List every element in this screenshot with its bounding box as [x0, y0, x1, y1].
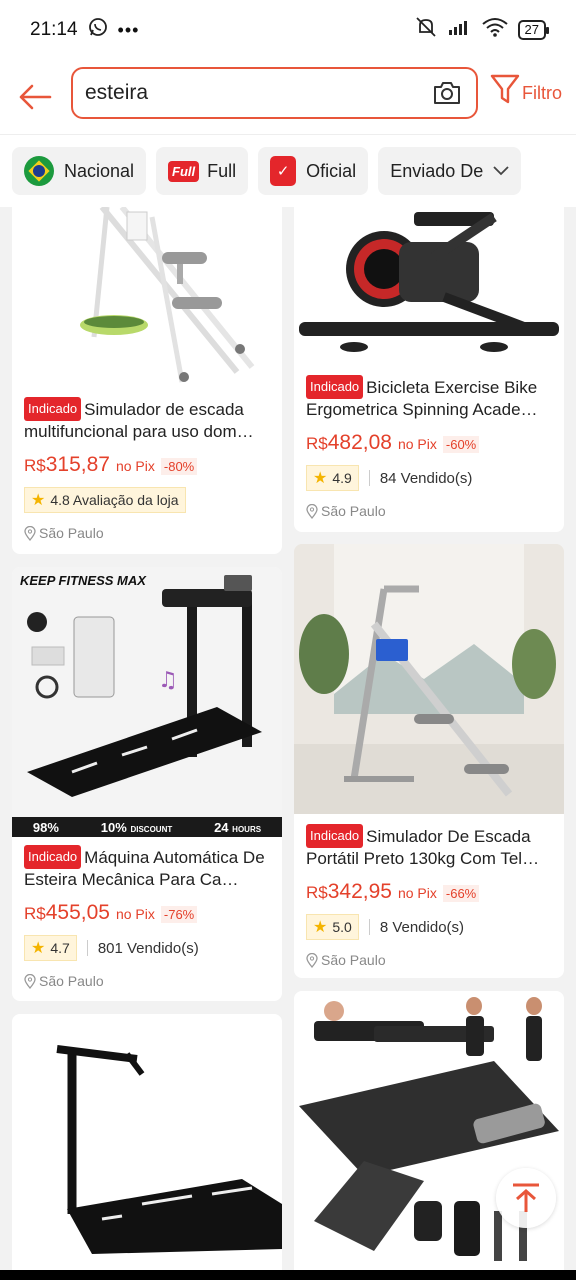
indicado-tag: Indicado	[306, 824, 364, 848]
indicado-tag: Indicado	[24, 845, 82, 869]
product-price: R$455,05	[24, 901, 110, 924]
chip-nacional[interactable]: Nacional	[12, 147, 147, 195]
rating-line: ★ 4.7 801 Vendido(s)	[24, 935, 272, 961]
camera-icon	[434, 82, 460, 104]
battery-indicator: 27	[517, 20, 550, 40]
price-line: R$342,95 no Pix -66%	[306, 880, 554, 904]
arrow-up-icon	[513, 1183, 539, 1212]
chip-full[interactable]: Full Full	[156, 147, 249, 195]
whatsapp-icon	[88, 17, 108, 43]
svg-text:♫: ♫	[158, 668, 178, 693]
rating-line: ★ 4.9 84 Vendido(s)	[306, 465, 554, 491]
wifi-icon	[481, 17, 508, 43]
product-card[interactable]: Indicado Bicicleta Exercise Bike Ergometr…	[294, 207, 564, 532]
product-card[interactable]	[294, 991, 564, 1270]
filter-funnel-icon	[490, 74, 520, 104]
discount-badge: -66%	[442, 885, 480, 902]
location-pin-icon	[24, 525, 36, 541]
filter-button[interactable]: Filtro	[490, 72, 562, 106]
camera-search-button[interactable]	[430, 76, 464, 110]
sold-count: 84 Vendido(s)	[379, 469, 473, 487]
search-header: esteira Filtro	[0, 60, 576, 135]
rating-badge: ★ 5.0	[306, 914, 359, 940]
location-pin-icon	[24, 973, 36, 989]
banner-brand: KEEP FITNESS MAX	[20, 573, 147, 588]
location-line: São Paulo	[306, 503, 554, 519]
star-icon: ★	[313, 919, 328, 936]
pix-label: no Pix	[115, 906, 155, 922]
product-feed: Indicado Simulador de escada multifuncion…	[0, 207, 576, 1270]
chip-label: Oficial	[306, 160, 357, 181]
filter-chips-bar: Nacional Full Full ✓ Oficial Enviado De	[0, 135, 576, 207]
indicado-tag: Indicado	[306, 375, 364, 399]
filter-label: Filtro	[522, 83, 562, 103]
pix-label: no Pix	[397, 436, 437, 452]
chip-oficial[interactable]: ✓ Oficial	[258, 147, 369, 195]
product-image	[294, 544, 564, 814]
product-title: Indicado Simulador de escada multifuncion…	[24, 397, 272, 443]
brazil-flag-icon	[24, 156, 54, 186]
product-card[interactable]: Indicado Simulador de escada multifuncion…	[12, 207, 282, 554]
sold-count: 801 Vendido(s)	[97, 939, 199, 957]
system-nav-bar	[0, 1270, 576, 1280]
location-line: São Paulo	[24, 973, 272, 989]
search-input[interactable]: esteira	[71, 67, 478, 119]
rating-badge: ★ 4.7	[24, 935, 77, 961]
discount-badge: -80%	[160, 458, 198, 475]
back-arrow-icon	[19, 84, 52, 110]
store-rating-badge: ★ 4.8 Avaliação da loja	[24, 487, 186, 513]
location-pin-icon	[306, 952, 318, 968]
star-icon: ★	[31, 492, 46, 509]
star-icon: ★	[31, 940, 46, 957]
location-pin-icon	[306, 503, 318, 519]
price-line: R$482,08 no Pix -60%	[306, 431, 554, 455]
product-image	[12, 207, 282, 392]
chip-enviado-de[interactable]: Enviado De	[378, 147, 522, 195]
status-bar: 21:14 ••• 27	[0, 0, 576, 60]
product-title: Indicado Bicicleta Exercise Bike Ergometr…	[306, 375, 554, 421]
product-card[interactable]	[12, 1014, 282, 1270]
location-line: São Paulo	[306, 952, 554, 968]
price-line: R$455,05 no Pix -76%	[24, 901, 272, 925]
full-badge-icon: Full	[168, 160, 200, 182]
status-time: 21:14	[30, 19, 78, 40]
indicado-tag: Indicado	[24, 397, 82, 421]
chip-label: Full	[207, 160, 237, 181]
product-image	[294, 207, 564, 367]
price-line: R$315,87 no Pix -80%	[24, 453, 272, 477]
rating-line: ★ 4.8 Avaliação da loja	[24, 487, 272, 513]
product-price: R$482,08	[306, 431, 392, 454]
product-image	[12, 1014, 282, 1270]
search-query: esteira	[85, 81, 149, 104]
chevron-down-icon	[493, 166, 509, 176]
pix-label: no Pix	[115, 458, 155, 474]
pix-label: no Pix	[397, 885, 437, 901]
mute-icon	[414, 16, 438, 44]
promo-banner-strip: 98% 10% DISCOUNT 24 HOURS	[12, 817, 282, 837]
product-card[interactable]: KEEP FITNESS MAX ♫ 98% 10% DISCOUNT 24 H…	[12, 567, 282, 1001]
discount-badge: -76%	[160, 906, 198, 923]
product-image	[294, 991, 564, 1270]
location-line: São Paulo	[24, 525, 272, 541]
product-title: Indicado Máquina Automática De Esteira Me…	[24, 845, 272, 891]
discount-badge: -60%	[442, 436, 480, 453]
chip-label: Enviado De	[390, 160, 484, 181]
product-card[interactable]: Indicado Simulador De Escada Portátil Pre…	[294, 544, 564, 978]
back-button[interactable]	[0, 60, 70, 135]
star-icon: ★	[313, 470, 328, 487]
rating-badge: ★ 4.9	[306, 465, 359, 491]
sold-count: 8 Vendido(s)	[379, 918, 465, 936]
product-image: KEEP FITNESS MAX ♫ 98% 10% DISCOUNT 24 H…	[12, 567, 282, 837]
product-price: R$342,95	[306, 880, 392, 903]
signal-icon	[448, 18, 472, 42]
more-dots-icon: •••	[117, 19, 140, 40]
chip-label: Nacional	[64, 160, 135, 181]
official-store-icon: ✓	[270, 156, 297, 186]
product-price: R$315,87	[24, 453, 110, 476]
rating-line: ★ 5.0 8 Vendido(s)	[306, 914, 554, 940]
back-to-top-button[interactable]	[496, 1168, 556, 1228]
product-title: Indicado Simulador De Escada Portátil Pre…	[306, 824, 554, 870]
